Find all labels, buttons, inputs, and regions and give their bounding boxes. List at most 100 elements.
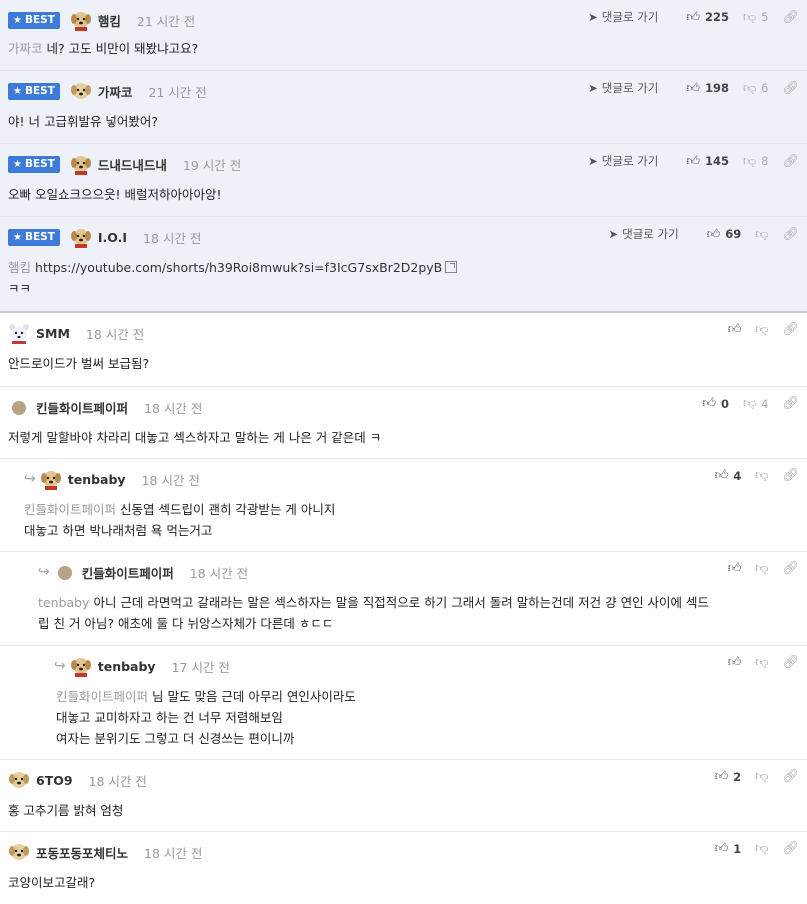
best-badge: ★ BEST bbox=[8, 82, 60, 100]
link-icon[interactable]: 🔗︎ bbox=[782, 81, 799, 96]
star-icon: ★ bbox=[13, 158, 22, 170]
upvote-button[interactable]: 👍︎ 1 bbox=[715, 841, 742, 856]
upvote-button[interactable]: 👍︎ 225 bbox=[686, 10, 729, 25]
downvote-button[interactable]: 👎︎ bbox=[755, 227, 768, 242]
avatar[interactable] bbox=[54, 561, 76, 583]
avatar[interactable] bbox=[70, 9, 92, 31]
nickname[interactable]: 포동포동포체티노 bbox=[36, 843, 128, 862]
nickname[interactable]: SMM bbox=[36, 326, 70, 341]
send-icon: ➤ bbox=[588, 81, 598, 95]
comment-list: ★ BEST 햄킴 21 시간 전 ➤ 댓글로 가기 👍︎ 225 👎︎ 5 🔗︎ 가짜… bbox=[0, 0, 807, 904]
link-icon[interactable]: 🔗︎ bbox=[782, 396, 799, 411]
goto-comment-button[interactable]: ➤ 댓글로 가기 bbox=[588, 80, 658, 96]
comment-item: SMM 18 시간 전 👍︎ 👎︎ 🔗︎ 안드로이드가 벌써 보급됨? bbox=[0, 313, 807, 387]
comment-item: 6TO9 18 시간 전 👍︎ 2 👎︎ 🔗︎ 홍 고추기름 밝혀 엄청 bbox=[0, 760, 807, 832]
avatar[interactable] bbox=[70, 80, 92, 102]
reply-arrow-icon: ↪ bbox=[54, 658, 66, 674]
comment-item: 포동포동포체티노 18 시간 전 👍︎ 1 👎︎ 🔗︎ 코양이보고갈래? bbox=[8, 841, 799, 890]
thumbs-down-icon: 👎︎ bbox=[755, 468, 769, 483]
nickname[interactable]: tenbaby bbox=[98, 659, 156, 674]
goto-comment-button[interactable]: ➤ 댓글로 가기 bbox=[608, 226, 678, 242]
upvote-button[interactable]: 👍︎ 4 bbox=[715, 468, 742, 483]
reply-target[interactable]: tenbaby bbox=[38, 595, 89, 610]
nickname[interactable]: I.O.I bbox=[98, 230, 127, 245]
link-icon[interactable]: 🔗︎ bbox=[782, 769, 799, 784]
downvote-button[interactable]: 👎︎ bbox=[755, 322, 768, 337]
star-icon: ★ bbox=[13, 14, 22, 26]
send-icon: ➤ bbox=[588, 10, 598, 24]
nickname[interactable]: 킨들화이트페이퍼 bbox=[82, 563, 174, 582]
downvote-button[interactable]: 👎︎ 5 bbox=[743, 10, 769, 25]
thumbs-up-icon: 👍︎ bbox=[686, 9, 700, 25]
thumbs-up-icon: 👍︎ bbox=[714, 841, 729, 856]
avatar[interactable] bbox=[70, 655, 92, 677]
upvote-button[interactable]: 👍︎ 2 bbox=[715, 769, 742, 784]
reply-target[interactable]: 킨들화이트페이퍼 bbox=[24, 502, 116, 517]
comment-best: ★ BEST 드내드내드내 19 시간 전 ➤ 댓글로 가기 👍︎ 145 👎︎ 8 🔗… bbox=[0, 144, 807, 217]
link-icon[interactable]: 🔗︎ bbox=[782, 154, 799, 169]
downvote-button[interactable]: 👎︎ bbox=[755, 841, 768, 856]
nickname[interactable]: tenbaby bbox=[68, 472, 126, 487]
nickname[interactable]: 킨들화이트페이퍼 bbox=[36, 398, 128, 417]
nickname[interactable]: 햄킴 bbox=[98, 11, 121, 30]
downvote-button[interactable]: 👎︎ bbox=[755, 468, 768, 483]
link-icon[interactable]: 🔗︎ bbox=[782, 10, 799, 25]
star-icon: ★ bbox=[13, 85, 22, 97]
downvote-button[interactable]: 👎︎ bbox=[755, 769, 768, 784]
nickname[interactable]: 가짜코 bbox=[98, 82, 133, 101]
upvote-button[interactable]: 👍︎ 198 bbox=[686, 81, 729, 96]
thumbs-down-icon: 👎︎ bbox=[755, 769, 769, 784]
downvote-button[interactable]: 👎︎ 4 bbox=[743, 396, 769, 411]
thumbs-down-icon: 👎︎ bbox=[755, 322, 769, 337]
upvote-button[interactable]: 👍︎ bbox=[728, 655, 742, 670]
avatar[interactable] bbox=[8, 769, 30, 791]
upvote-button[interactable]: 👍︎ 69 bbox=[707, 227, 742, 242]
avatar[interactable] bbox=[70, 226, 92, 248]
comment-item: 킨들화이트페이퍼 18 시간 전 👍︎ 0 👎︎ 4 🔗︎ 저렇게 말할바야 차라리… bbox=[0, 387, 807, 459]
downvote-button[interactable]: 👎︎ 8 bbox=[743, 154, 769, 169]
timestamp: 21 시간 전 bbox=[136, 13, 196, 29]
thumbs-up-icon: 👍︎ bbox=[727, 561, 742, 576]
upvote-button[interactable]: 👍︎ bbox=[728, 322, 742, 337]
link-icon[interactable]: 🔗︎ bbox=[782, 468, 799, 483]
comment-reply: ↪ tenbaby 17 시간 전 👍︎ 👎︎ 🔗︎ 킨들화이트페이퍼 님 말도 … bbox=[0, 646, 807, 760]
avatar[interactable] bbox=[8, 841, 30, 863]
timestamp: 18 시간 전 bbox=[144, 400, 203, 416]
avatar[interactable] bbox=[8, 322, 30, 344]
avatar[interactable] bbox=[70, 153, 92, 175]
link-icon[interactable]: 🔗︎ bbox=[782, 561, 799, 576]
avatar[interactable] bbox=[40, 468, 62, 490]
thumbs-up-icon: 👍︎ bbox=[714, 769, 729, 784]
timestamp: 21 시간 전 bbox=[148, 84, 207, 100]
comment-best: ★ BEST 햄킴 21 시간 전 ➤ 댓글로 가기 👍︎ 225 👎︎ 5 🔗︎ 가짜… bbox=[0, 0, 807, 71]
reply-arrow-icon: ↪ bbox=[38, 564, 50, 580]
upvote-button[interactable]: 👍︎ 0 bbox=[702, 396, 729, 411]
reply-target[interactable]: 킨들화이트페이퍼 bbox=[56, 689, 148, 704]
link-icon[interactable]: 🔗︎ bbox=[782, 655, 799, 670]
nickname[interactable]: 드내드내드내 bbox=[98, 155, 167, 174]
external-link-icon[interactable] bbox=[445, 261, 458, 273]
timestamp: 18 시간 전 bbox=[189, 565, 249, 581]
downvote-button[interactable]: 👎︎ 6 bbox=[743, 81, 769, 96]
comment-reply: ↪ 킨들화이트페이퍼 18 시간 전 👍︎ 👎︎ 🔗︎ tenbaby 아니 근데… bbox=[0, 552, 807, 646]
url-link[interactable]: https://youtube.com/shorts/h39Roi8mwuk?s… bbox=[35, 260, 442, 275]
link-icon[interactable]: 🔗︎ bbox=[782, 227, 799, 242]
thumbs-up-icon: 👍︎ bbox=[702, 396, 716, 411]
reply-target[interactable]: 가짜코 bbox=[8, 41, 43, 56]
goto-comment-button[interactable]: ➤ 댓글로 가기 bbox=[588, 153, 658, 169]
comment-best: ★ BEST 가짜코 21 시간 전 ➤ 댓글로 가기 👍︎ 198 👎︎ 6 🔗︎ 야… bbox=[0, 71, 807, 144]
link-icon[interactable]: 🔗︎ bbox=[782, 841, 799, 856]
thumbs-up-icon: 👍︎ bbox=[727, 322, 742, 337]
thumbs-down-icon: 👎︎ bbox=[755, 841, 769, 856]
downvote-button[interactable]: 👎︎ bbox=[755, 655, 768, 670]
goto-comment-button[interactable]: ➤ 댓글로 가기 bbox=[588, 9, 658, 25]
reply-target[interactable]: 햄킴 bbox=[8, 260, 31, 275]
upvote-button[interactable]: 👍︎ 145 bbox=[686, 154, 729, 169]
downvote-button[interactable]: 👎︎ bbox=[755, 561, 768, 576]
send-icon: ➤ bbox=[608, 227, 619, 241]
upvote-button[interactable]: 👍︎ bbox=[728, 561, 742, 576]
thumbs-down-icon: 👎︎ bbox=[742, 153, 757, 169]
nickname[interactable]: 6TO9 bbox=[36, 773, 73, 788]
link-icon[interactable]: 🔗︎ bbox=[782, 322, 799, 337]
avatar[interactable] bbox=[8, 396, 30, 418]
